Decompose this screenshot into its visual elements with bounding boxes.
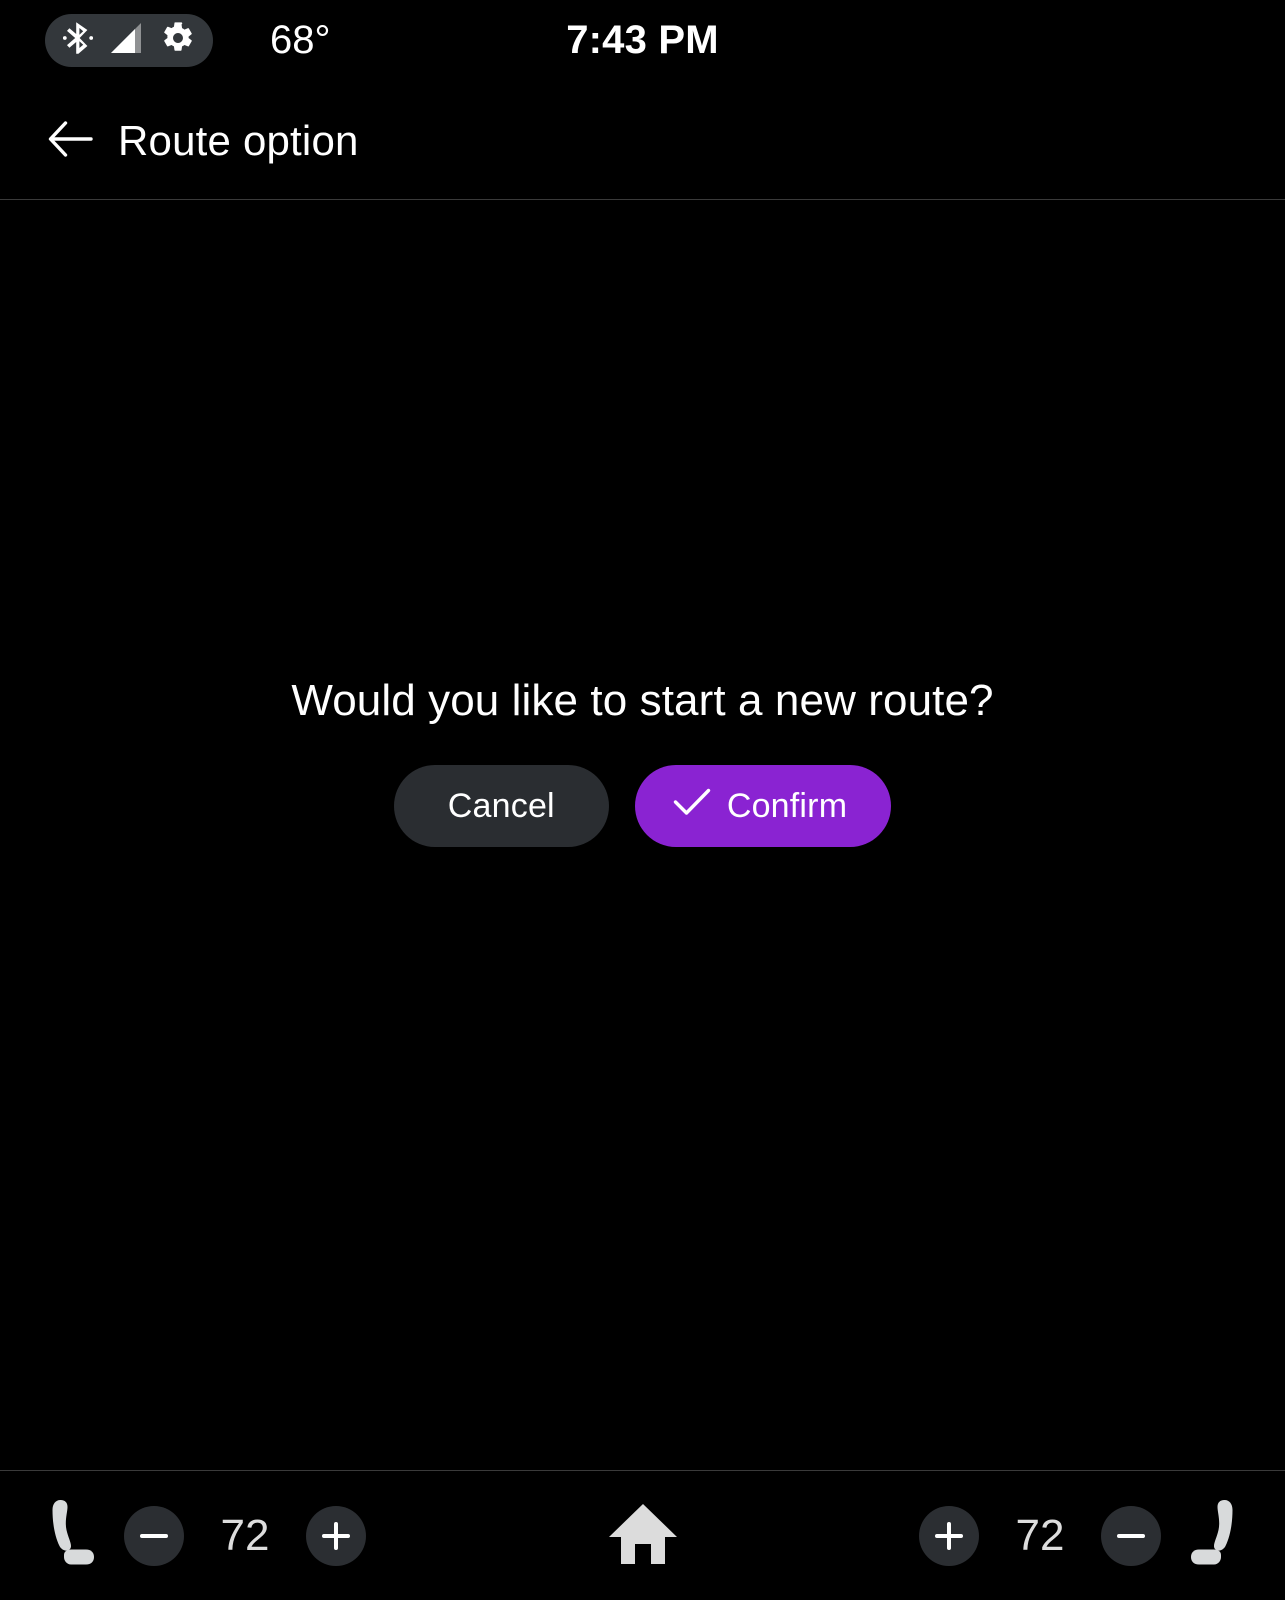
cancel-button[interactable]: Cancel <box>393 765 609 847</box>
driver-temp-increase-button[interactable] <box>306 1505 366 1566</box>
dialog-actions: Cancel Confirm <box>393 765 892 847</box>
back-button[interactable] <box>46 117 94 165</box>
car-head-unit-screen: 68° 7:43 PM Route option Would you like … <box>0 0 1285 1600</box>
minus-icon <box>140 1533 168 1538</box>
plus-icon <box>322 1521 350 1550</box>
title-bar: Route option <box>0 82 1285 200</box>
main-content: Would you like to start a new route? Can… <box>0 200 1285 1470</box>
minus-icon <box>1117 1533 1145 1538</box>
confirm-button[interactable]: Confirm <box>634 765 892 847</box>
arrow-left-icon <box>47 120 93 161</box>
check-icon <box>673 787 711 826</box>
driver-temp-decrease-button[interactable] <box>124 1505 184 1566</box>
dialog-message: Would you like to start a new route? <box>291 676 994 725</box>
plus-icon <box>935 1521 963 1550</box>
seat-icon[interactable] <box>40 1496 96 1575</box>
page-title: Route option <box>118 116 359 164</box>
driver-climate-controls: 72 <box>40 1496 366 1575</box>
passenger-temp-increase-button[interactable] <box>919 1505 979 1566</box>
status-bar: 68° 7:43 PM <box>0 0 1285 82</box>
driver-temp-value: 72 <box>220 1510 270 1560</box>
seat-icon[interactable] <box>1189 1496 1245 1575</box>
confirm-button-label: Confirm <box>726 786 848 825</box>
passenger-temp-decrease-button[interactable] <box>1101 1505 1161 1566</box>
bottom-climate-bar: 72 72 <box>0 1470 1285 1600</box>
home-button[interactable] <box>603 1496 683 1576</box>
passenger-climate-controls: 72 <box>919 1496 1245 1575</box>
cancel-button-label: Cancel <box>447 786 555 825</box>
home-icon <box>606 1501 680 1570</box>
status-bar-clock: 7:43 PM <box>566 18 719 62</box>
new-route-confirmation-dialog: Would you like to start a new route? Can… <box>0 672 1285 847</box>
passenger-temp-value: 72 <box>1015 1510 1065 1560</box>
